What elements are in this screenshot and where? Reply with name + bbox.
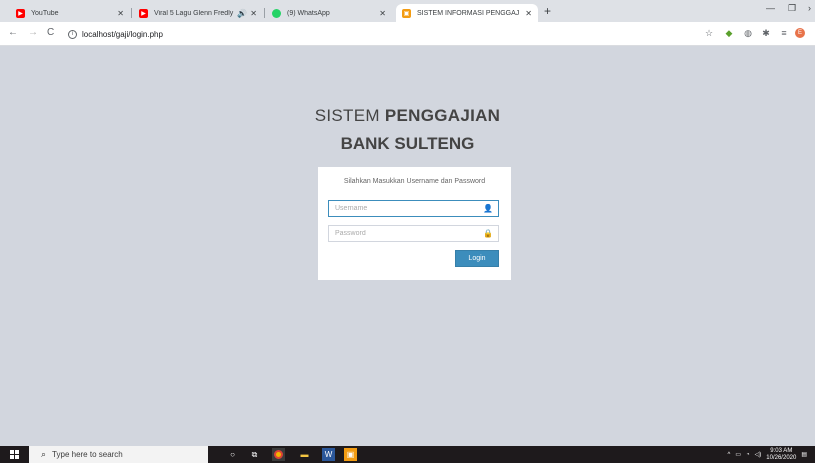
youtube-icon: ▶ xyxy=(16,8,25,18)
title-light: SISTEM xyxy=(314,106,385,125)
windows-taskbar: ⌕ Type here to search ○ ⧉ ▬ W ▣ ^ ▭ ◔ ◁)… xyxy=(0,446,815,463)
new-tab-button[interactable]: + xyxy=(544,4,551,18)
battery-icon[interactable]: ▭ xyxy=(735,451,741,458)
whatsapp-icon xyxy=(272,8,281,18)
close-icon[interactable]: ✕ xyxy=(525,9,532,18)
profile-avatar[interactable]: E xyxy=(795,28,805,38)
reload-icon[interactable]: C xyxy=(47,27,54,38)
audio-icon[interactable]: 🔊 xyxy=(237,9,247,18)
taskbar-search-placeholder: Type here to search xyxy=(52,450,123,459)
bookmark-star-icon[interactable]: ☆ xyxy=(704,28,714,38)
address-bar[interactable]: i localhost/gaji/login.php xyxy=(68,26,688,42)
tab-whatsapp[interactable]: (9) WhatsApp ✕ xyxy=(266,4,392,22)
taskbar-search[interactable]: ⌕ Type here to search xyxy=(29,446,208,463)
address-url: localhost/gaji/login.php xyxy=(82,29,163,39)
username-field[interactable]: 👤 xyxy=(328,200,499,217)
forward-icon[interactable]: → xyxy=(28,27,38,38)
tab-divider xyxy=(131,8,132,18)
reading-list-icon[interactable]: ≡ xyxy=(779,28,789,38)
system-tray: ^ ▭ ◔ ◁) 9:03 AM 10/26/2020 ▤ xyxy=(728,446,807,463)
youtube-icon: ▶ xyxy=(139,8,148,18)
login-box: Silahkan Masukkan Username dan Password … xyxy=(318,167,511,280)
username-input[interactable] xyxy=(335,205,484,212)
login-message: Silahkan Masukkan Username dan Password xyxy=(343,178,486,185)
globe-icon[interactable]: ◍ xyxy=(743,28,753,38)
site-info-icon[interactable]: i xyxy=(68,29,77,39)
file-explorer-icon[interactable]: ▬ xyxy=(298,448,311,461)
maximize-icon[interactable]: ❐ xyxy=(788,3,796,14)
tab-sistem-informasi[interactable]: ▣ SISTEM INFORMASI PENGGAJIAN ✕ xyxy=(396,4,538,22)
page-subtitle: BANK SULTENG xyxy=(340,134,475,153)
chevron-up-icon[interactable]: ^ xyxy=(728,452,731,458)
title-bold: PENGGAJIAN xyxy=(384,106,501,125)
task-view-icon[interactable]: ⧉ xyxy=(248,448,261,461)
tab-title: SISTEM INFORMASI PENGGAJIAN xyxy=(417,9,520,17)
close-icon[interactable]: ✕ xyxy=(379,9,386,18)
clock[interactable]: 9:03 AM 10/26/2020 xyxy=(766,448,796,462)
puzzle-icon[interactable]: ✱ xyxy=(761,28,771,38)
cortana-icon[interactable]: ○ xyxy=(226,448,239,461)
windows-start-icon[interactable] xyxy=(10,450,19,459)
tab-title: YouTube xyxy=(31,9,59,17)
minimize-icon[interactable]: — xyxy=(766,3,775,13)
clock-date: 10/26/2020 xyxy=(766,454,797,461)
extension-icon[interactable]: ◆ xyxy=(724,28,734,38)
tab-title: (9) WhatsApp xyxy=(287,9,330,17)
page-icon: ▣ xyxy=(402,8,411,18)
password-field[interactable]: 🔒 xyxy=(328,225,499,242)
xampp-icon[interactable]: ▣ xyxy=(344,448,357,461)
login-button[interactable]: Login xyxy=(455,250,499,267)
notification-icon[interactable]: ▤ xyxy=(801,451,807,458)
close-window-icon[interactable]: › xyxy=(808,3,811,13)
network-icon[interactable]: ◔ xyxy=(746,452,750,458)
tab-youtube[interactable]: ▶ YouTube ✕ xyxy=(10,4,130,22)
back-icon[interactable]: ← xyxy=(8,27,18,38)
browser-toolbar: ← → C i localhost/gaji/login.php ☆ ◆ ◍ ✱… xyxy=(0,22,815,46)
word-icon[interactable]: W xyxy=(322,448,335,461)
user-icon: 👤 xyxy=(483,204,493,213)
tab-divider xyxy=(264,8,265,18)
chrome-icon[interactable] xyxy=(272,448,285,461)
tab-glenn-fredly[interactable]: ▶ Viral 5 Lagu Glenn Fredly - Y 🔊 ✕ xyxy=(133,4,263,22)
search-icon: ⌕ xyxy=(41,449,47,459)
password-input[interactable] xyxy=(335,230,484,237)
close-icon[interactable]: ✕ xyxy=(250,9,257,18)
page-title: SISTEM PENGGAJIAN xyxy=(0,106,815,126)
browser-tab-strip: ▶ YouTube ✕ ▶ Viral 5 Lagu Glenn Fredly … xyxy=(0,0,815,22)
tab-title: Viral 5 Lagu Glenn Fredly - Y xyxy=(154,9,234,17)
close-icon[interactable]: ✕ xyxy=(117,9,124,18)
clock-time: 9:03 AM xyxy=(770,447,793,454)
volume-icon[interactable]: ◁) xyxy=(755,451,762,458)
lock-icon: 🔒 xyxy=(483,229,493,238)
